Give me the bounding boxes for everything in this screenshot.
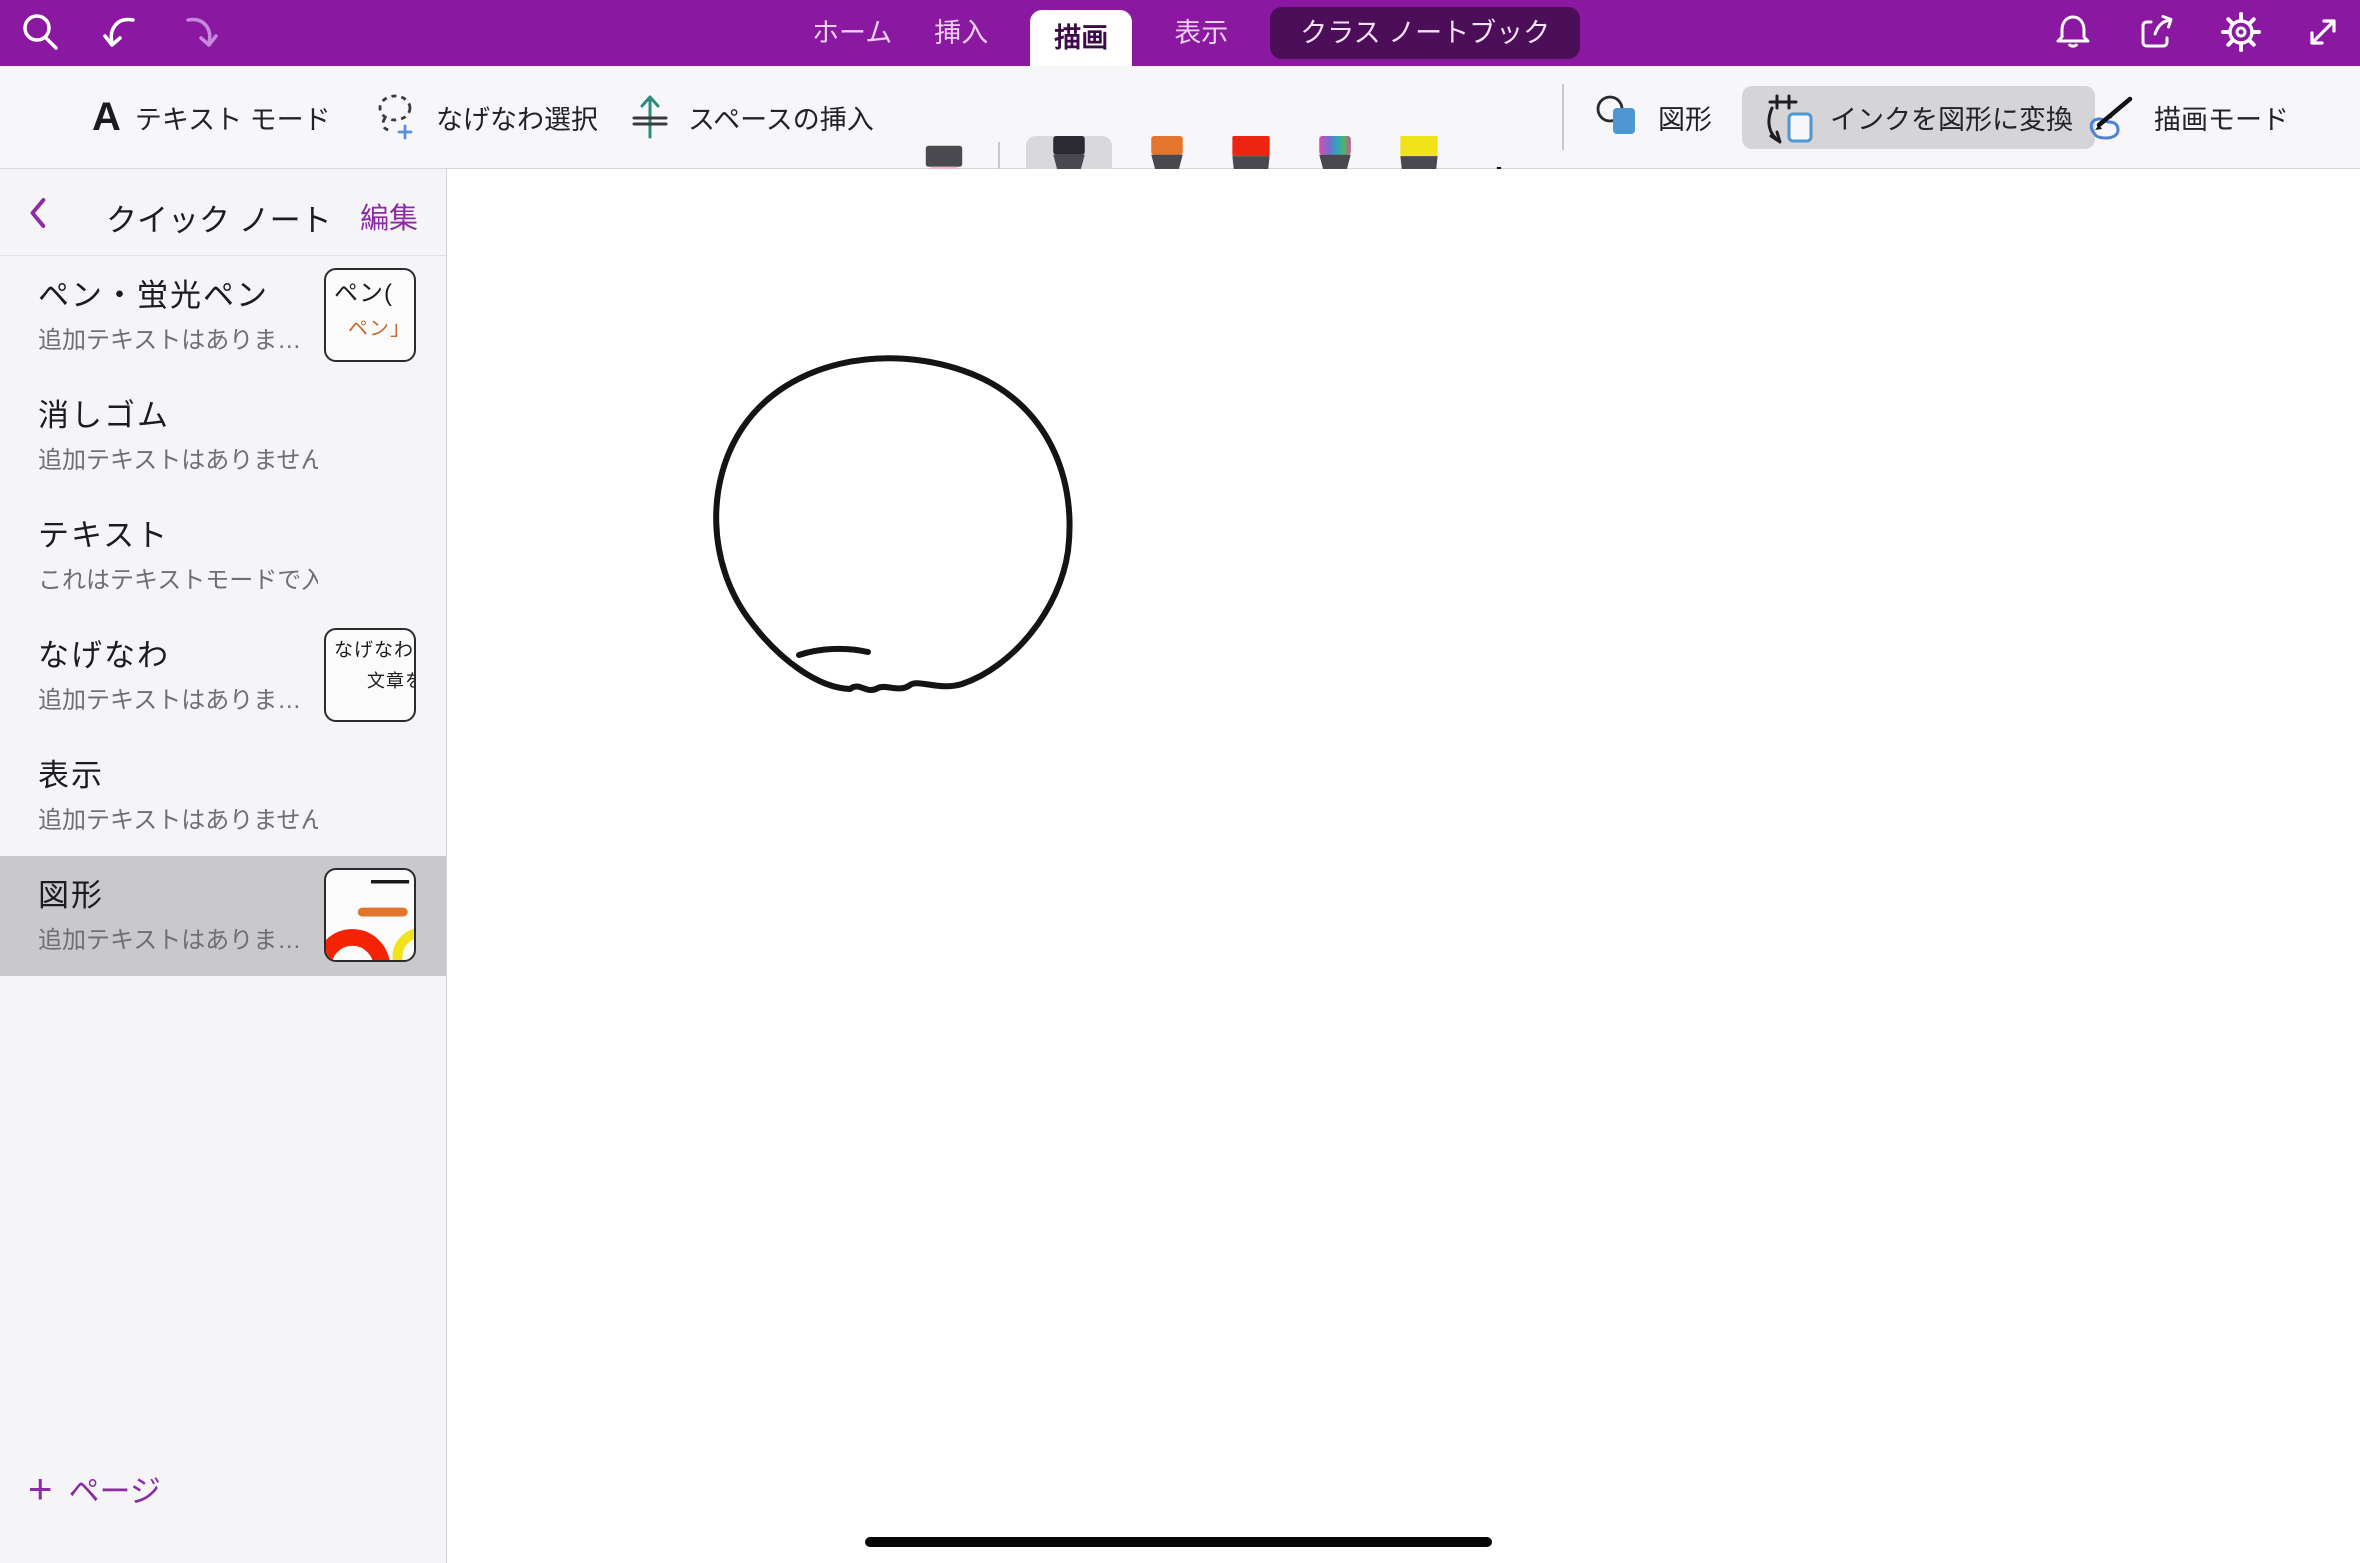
page-list-item[interactable]: なげなわ追加テキストはありま… なげなわ 文章を bbox=[0, 616, 446, 736]
redo-icon bbox=[179, 10, 223, 54]
lasso-icon bbox=[372, 91, 422, 143]
edit-button[interactable]: 編集 bbox=[360, 195, 418, 237]
lasso-select-button[interactable]: なげなわ選択 bbox=[372, 66, 598, 168]
tab-insert[interactable]: 挿入 bbox=[934, 20, 988, 47]
ink-drawing-circle bbox=[448, 169, 2360, 1563]
page-thumbnail: なげなわ 文章を bbox=[324, 628, 416, 722]
page-list-item[interactable]: ペン・蛍光ペン追加テキストはありま… ペン(ペン」 bbox=[0, 256, 446, 376]
tab-home[interactable]: ホーム bbox=[812, 20, 892, 47]
page-title: 消しゴム bbox=[38, 390, 170, 435]
page-thumbnail: ペン(ペン」 bbox=[324, 268, 416, 362]
tab-class-notebook[interactable]: クラス ノートブック bbox=[1270, 7, 1580, 59]
share-icon bbox=[2135, 10, 2179, 54]
page-thumbnail bbox=[324, 868, 416, 962]
draw-mode-icon bbox=[2082, 92, 2140, 142]
expand-icon bbox=[2301, 10, 2345, 54]
search-button[interactable] bbox=[16, 8, 64, 56]
page-title: なげなわ bbox=[38, 630, 170, 675]
ink-to-shape-icon bbox=[1764, 90, 1816, 146]
page-subtitle: 追加テキストはありま… bbox=[38, 920, 301, 955]
page-list-item[interactable]: 図形追加テキストはありま… bbox=[0, 856, 446, 976]
page-title: 表示 bbox=[38, 750, 104, 795]
page-subtitle: 追加テキストはありま… bbox=[38, 680, 301, 715]
share-button[interactable] bbox=[2133, 8, 2181, 56]
text-mode-label: テキスト モード bbox=[135, 98, 331, 137]
top-app-bar: ホーム 挿入 描画 表示 クラス ノートブック bbox=[0, 0, 2360, 66]
draw-mode-label: 描画モード bbox=[2154, 98, 2289, 137]
insert-space-label: スペースの挿入 bbox=[688, 98, 874, 137]
chevron-left-icon bbox=[26, 195, 52, 231]
insert-space-button[interactable]: スペースの挿入 bbox=[626, 66, 874, 168]
page-title: ペン・蛍光ペン bbox=[38, 270, 269, 315]
pages-sidebar: クイック ノート 編集 ペン・蛍光ペン追加テキストはありま… ペン(ペン」消しゴム… bbox=[0, 169, 447, 1563]
page-list-item[interactable]: テキストこれはテキストモードで入力し… bbox=[0, 496, 446, 616]
gear-icon bbox=[2219, 10, 2263, 54]
shapes-label: 図形 bbox=[1658, 98, 1712, 137]
text-mode-button[interactable]: A テキスト モード bbox=[92, 66, 331, 168]
settings-button[interactable] bbox=[2217, 8, 2265, 56]
page-list: ペン・蛍光ペン追加テキストはありま… ペン(ペン」消しゴム追加テキストはありません… bbox=[0, 256, 446, 976]
page-subtitle: これはテキストモードで入力し… bbox=[38, 560, 318, 595]
redo-button[interactable] bbox=[177, 8, 225, 56]
add-page-button[interactable]: + ページ bbox=[28, 1466, 161, 1511]
ribbon-tabs: ホーム 挿入 描画 表示 クラス ノートブック bbox=[812, 0, 1580, 66]
ink-to-shape-button[interactable]: インクを図形に変換 bbox=[1742, 86, 2095, 149]
undo-icon bbox=[98, 10, 142, 54]
shapes-icon bbox=[1594, 94, 1644, 140]
bell-icon bbox=[2051, 10, 2095, 54]
text-mode-icon: A bbox=[92, 97, 121, 137]
draw-toolbar: A テキスト モード なげなわ選択 スペースの挿入 bbox=[0, 66, 2360, 169]
undo-button[interactable] bbox=[96, 8, 144, 56]
add-page-label: ページ bbox=[69, 1466, 161, 1511]
shapes-thumbnail-drawing bbox=[326, 870, 414, 960]
tab-draw[interactable]: 描画 bbox=[1030, 10, 1132, 66]
page-subtitle: 追加テキストはありません bbox=[38, 440, 318, 475]
home-indicator[interactable] bbox=[865, 1537, 1492, 1547]
draw-mode-button[interactable]: 描画モード bbox=[2082, 66, 2289, 168]
page-title: 図形 bbox=[38, 870, 104, 915]
lasso-label: なげなわ選択 bbox=[436, 98, 598, 137]
toolbar-divider bbox=[1562, 84, 1564, 150]
page-list-item[interactable]: 表示追加テキストはありません bbox=[0, 736, 446, 856]
page-list-item[interactable]: 消しゴム追加テキストはありません bbox=[0, 376, 446, 496]
page-subtitle: 追加テキストはありま… bbox=[38, 320, 301, 355]
back-button[interactable] bbox=[26, 191, 66, 235]
page-subtitle: 追加テキストはありません bbox=[38, 800, 318, 835]
search-icon bbox=[18, 10, 62, 54]
page-title: テキスト bbox=[38, 510, 169, 555]
insert-space-icon bbox=[626, 90, 674, 144]
notifications-button[interactable] bbox=[2049, 8, 2097, 56]
tab-view[interactable]: 表示 bbox=[1174, 20, 1228, 47]
ink-to-shape-label: インクを図形に変換 bbox=[1830, 98, 2073, 137]
note-canvas[interactable] bbox=[448, 169, 2360, 1563]
plus-icon: + bbox=[28, 1468, 53, 1510]
fullscreen-button[interactable] bbox=[2299, 8, 2347, 56]
sidebar-header: クイック ノート 編集 bbox=[0, 169, 446, 256]
notebook-section-title: クイック ノート bbox=[106, 195, 332, 240]
shapes-button[interactable]: 図形 bbox=[1594, 66, 1712, 168]
